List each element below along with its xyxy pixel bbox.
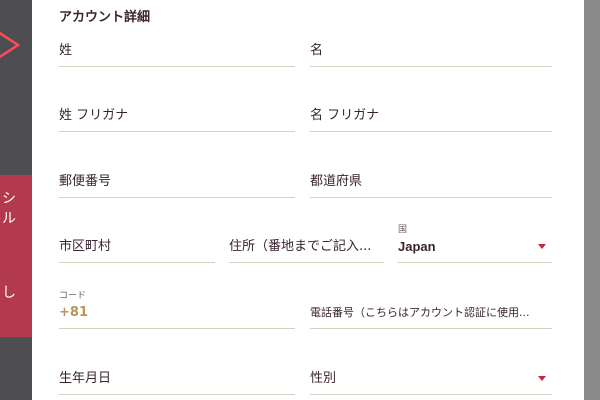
country-code-field[interactable]: コード +81 [59, 288, 295, 329]
phone-placeholder: 電話番号（こちらはアカウント認証に使用... [310, 306, 530, 319]
country-select[interactable]: 国 Japan [398, 222, 552, 263]
birthdate-placeholder: 生年月日 [59, 371, 112, 386]
gender-placeholder: 性別 [310, 371, 337, 386]
section-title: アカウント詳細 [59, 10, 151, 25]
address-placeholder: 住所（番地までご記入... [229, 239, 372, 254]
first-name-kana-field[interactable]: 名 フリガナ [310, 95, 552, 132]
country-value: Japan [398, 239, 436, 254]
last-name-field[interactable]: 姓 [59, 30, 295, 67]
city-field[interactable]: 市区町村 [59, 226, 215, 263]
neon-arrow-icon [0, 31, 21, 59]
last-name-kana-placeholder: 姓 フリガナ [59, 108, 129, 123]
last-name-placeholder: 姓 [59, 43, 73, 58]
address-field[interactable]: 住所（番地までご記入... [229, 226, 384, 263]
first-name-kana-placeholder: 名 フリガナ [310, 108, 380, 123]
last-name-kana-field[interactable]: 姓 フリガナ [59, 95, 295, 132]
background-page-left: シ ル し [0, 0, 32, 400]
first-name-placeholder: 名 [310, 43, 324, 58]
background-text: シ [2, 191, 16, 207]
background-page-right [584, 0, 600, 400]
background-text: ル [2, 211, 16, 227]
city-placeholder: 市区町村 [59, 239, 112, 254]
phone-field[interactable]: 電話番号（こちらはアカウント認証に使用... [310, 292, 552, 329]
chevron-down-icon [538, 244, 546, 249]
postal-code-placeholder: 郵便番号 [59, 174, 112, 189]
first-name-field[interactable]: 名 [310, 30, 552, 67]
country-label: 国 [398, 225, 408, 235]
gender-select[interactable]: 性別 [310, 358, 552, 395]
postal-code-field[interactable]: 郵便番号 [59, 161, 295, 198]
code-label: コード [59, 291, 87, 301]
code-value: +81 [59, 305, 88, 320]
background-text: し [2, 285, 16, 301]
birthdate-field[interactable]: 生年月日 [59, 358, 295, 395]
prefecture-placeholder: 都道府県 [310, 174, 363, 189]
chevron-down-icon [538, 376, 546, 381]
account-details-modal: アカウント詳細 姓 名 姓 フリガナ 名 フリガナ 郵便番号 都道府県 市区町村… [32, 0, 584, 400]
prefecture-field[interactable]: 都道府県 [310, 161, 552, 198]
